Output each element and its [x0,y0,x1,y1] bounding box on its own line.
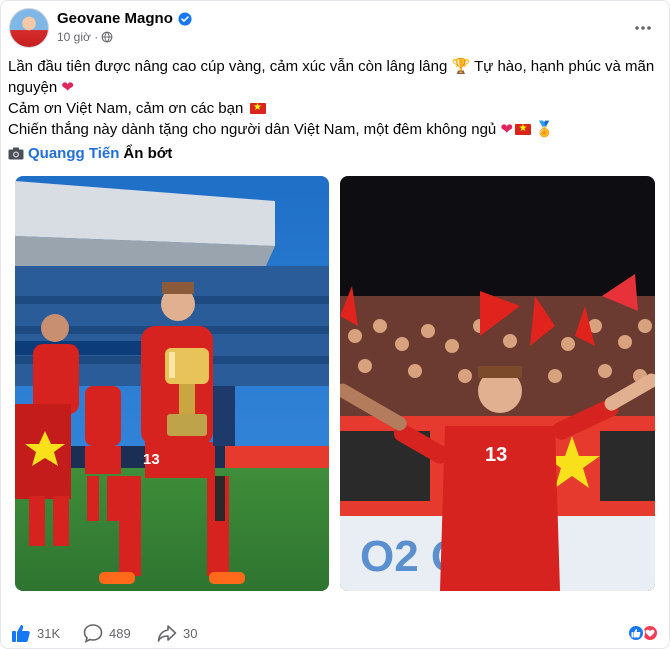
svg-text:13: 13 [485,444,507,466]
comment-icon [83,624,103,643]
author-name-row: Geovane Magno [57,10,192,27]
post-line-2: Cảm ơn Việt Nam, cảm ơn các bạn [8,98,658,119]
celebration-photo-image: O2 OFT 13 [340,176,655,591]
share-count: 30 [183,625,198,641]
post-line-1: Lần đầu tiên được nâng cao cúp vàng, cảm… [8,56,658,98]
author-avatar[interactable] [9,8,49,48]
post-photo-1[interactable]: 13 [15,176,329,591]
post-time[interactable]: 10 giờ · [57,30,98,44]
post-header: Geovane Magno 10 giờ · [9,8,659,50]
post-line-3: Chiến thắng này dành tặng cho người dân … [8,119,658,140]
camera-icon [8,147,24,160]
comment-count: 489 [109,625,131,641]
post-footer: 31K 489 30 [11,621,661,647]
comment-button[interactable]: 489 [83,623,131,643]
like-count: 31K [37,625,61,641]
trophy-photo-image: 13 [15,176,329,591]
heart-icon: ❤ [500,121,514,138]
see-less-link[interactable]: Ẩn bớt [123,145,172,162]
like-reaction-icon [627,624,645,642]
globe-icon [101,31,113,43]
post-meta: 10 giờ · [57,30,113,44]
vietnam-flag-icon [249,100,266,116]
svg-text:13: 13 [143,451,160,468]
share-button[interactable]: 30 [157,623,197,643]
medal-icon: 🏅 [535,121,554,138]
share-icon [157,625,177,642]
author-name[interactable]: Geovane Magno [57,10,173,27]
vietnam-flag-icon [515,121,532,137]
photo-credit: Quangg Tiến Ẩn bớt [8,145,172,162]
like-button[interactable]: 31K [11,623,60,643]
post-line-1-text: Lần đầu tiên được nâng cao cúp vàng, cảm… [8,58,655,96]
feed-post: Geovane Magno 10 giờ · Lần đầu tiên được… [0,0,670,649]
heart-icon: ❤ [61,79,74,96]
credit-name-link[interactable]: Quangg Tiến [28,145,119,162]
more-options-icon[interactable] [633,18,653,38]
thumbs-up-icon [12,625,30,642]
reactions-summary[interactable] [627,624,659,642]
post-photo-2[interactable]: O2 OFT 13 [340,176,655,591]
post-line-2-text: Cảm ơn Việt Nam, cảm ơn các bạn [8,100,244,117]
post-line-3-text: Chiến thắng này dành tặng cho người dân … [8,121,497,138]
post-message: Lần đầu tiên được nâng cao cúp vàng, cảm… [8,56,658,140]
verified-badge-icon [178,11,192,26]
